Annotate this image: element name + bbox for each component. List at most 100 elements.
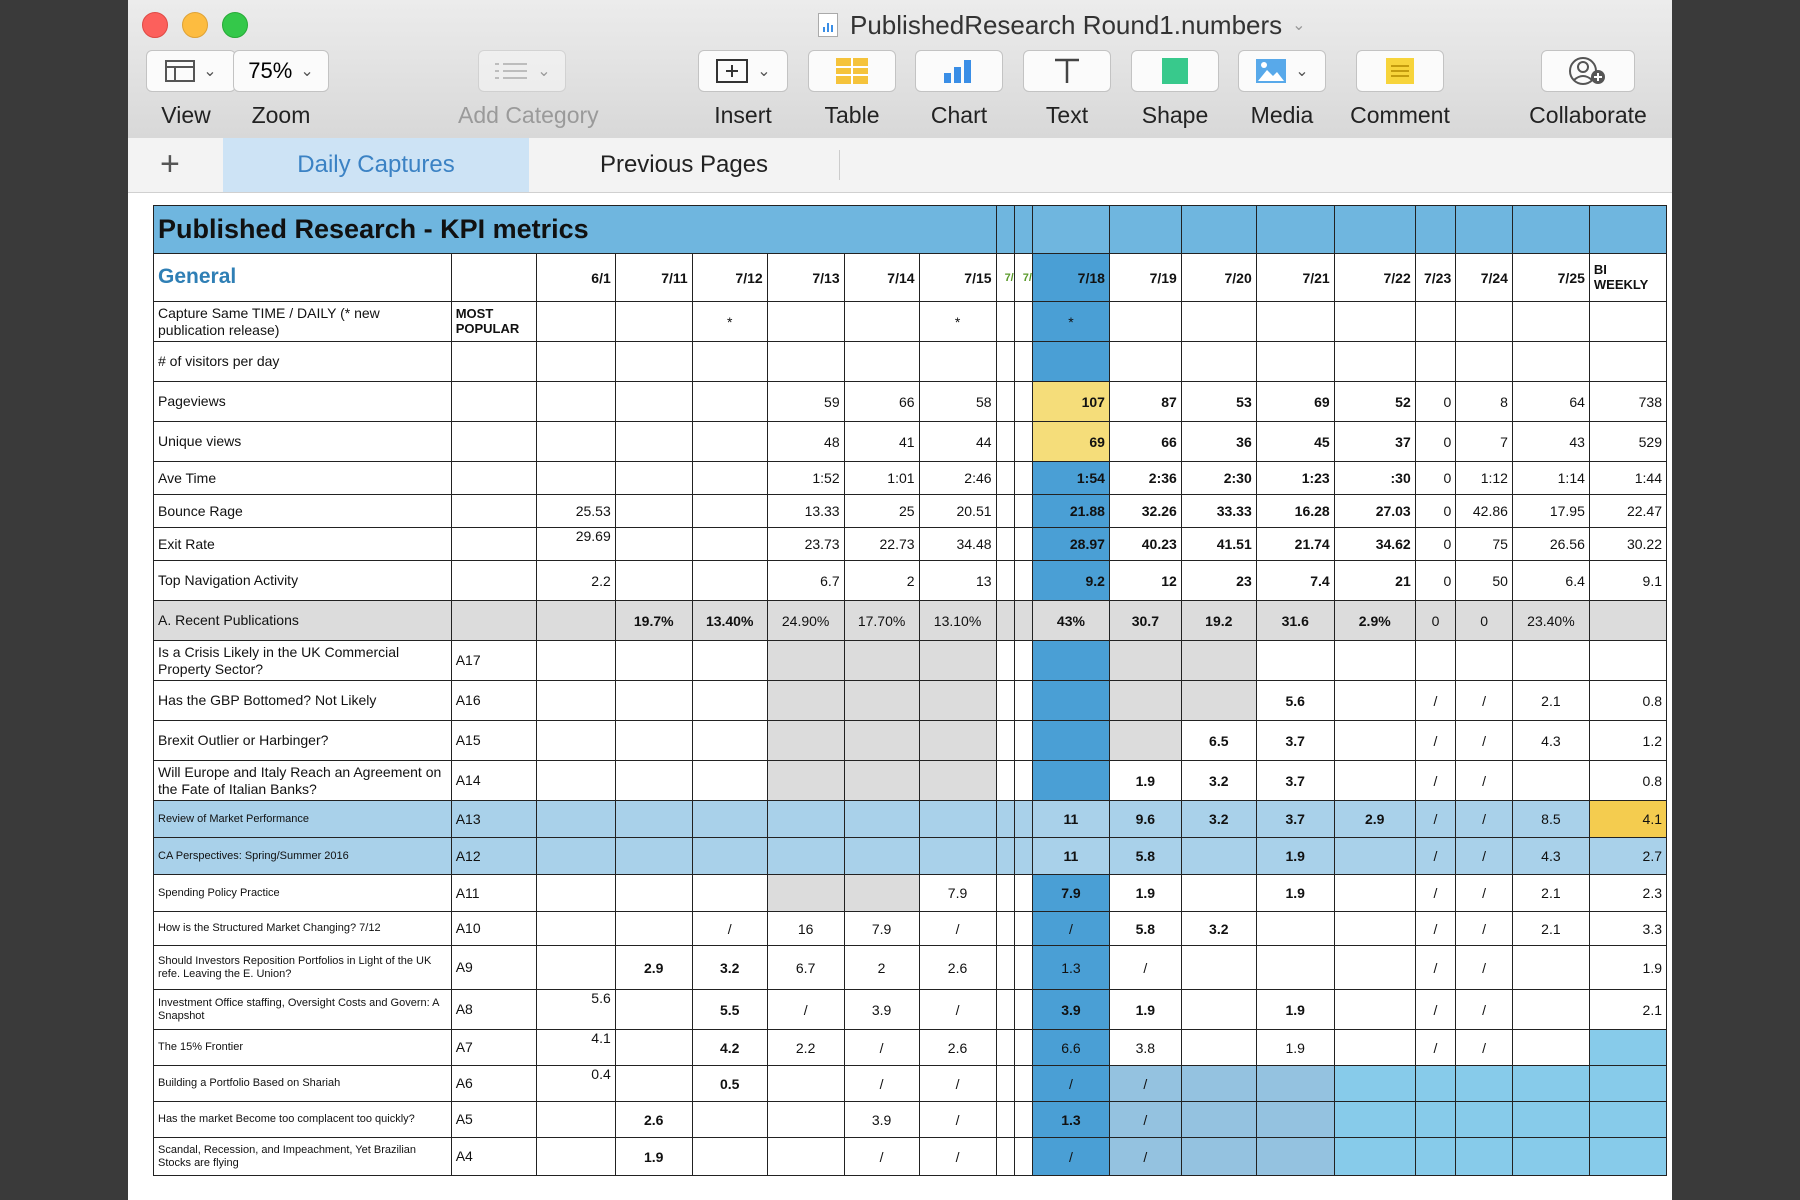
row-label[interactable]: Bounce Rage: [153, 494, 452, 528]
data-cell[interactable]: 3.7: [1255, 800, 1335, 838]
row-code[interactable]: A17: [450, 640, 537, 681]
data-cell[interactable]: 58: [918, 381, 997, 422]
data-cell[interactable]: 1.9: [1108, 760, 1182, 801]
data-cell[interactable]: 6.7: [766, 945, 845, 990]
biweekly-cell[interactable]: 1:44: [1588, 461, 1668, 495]
data-cell[interactable]: 1.9: [1255, 1029, 1335, 1066]
data-cell[interactable]: [691, 874, 768, 912]
add-sheet-button[interactable]: +: [160, 144, 180, 184]
data-cell[interactable]: 1:23: [1255, 461, 1335, 495]
data-cell[interactable]: [614, 720, 693, 761]
biweekly-cell[interactable]: 4.1: [1588, 800, 1668, 838]
data-cell[interactable]: 0: [1414, 381, 1457, 422]
data-cell[interactable]: 5.6: [535, 989, 616, 1030]
zoom-button[interactable]: 75% ⌄ Zoom: [233, 50, 329, 129]
header-cell[interactable]: [1013, 205, 1033, 254]
data-cell[interactable]: 23.40%: [1511, 600, 1590, 641]
data-cell[interactable]: [1013, 1137, 1033, 1176]
data-cell[interactable]: [614, 837, 693, 875]
data-cell[interactable]: [1333, 301, 1416, 342]
data-cell[interactable]: [995, 494, 1015, 528]
row-code[interactable]: A16: [450, 680, 537, 721]
minimize-window-button[interactable]: [182, 12, 208, 38]
data-cell[interactable]: [1414, 640, 1457, 681]
data-cell[interactable]: [614, 989, 693, 1030]
date-header[interactable]: 7/24: [1455, 253, 1513, 302]
data-cell[interactable]: 41: [843, 421, 920, 462]
data-cell[interactable]: [1255, 1137, 1335, 1176]
data-cell[interactable]: /: [843, 1065, 920, 1102]
data-cell[interactable]: 0: [1455, 600, 1513, 641]
data-cell[interactable]: 6.6: [1031, 1029, 1110, 1066]
data-cell[interactable]: [1414, 1137, 1457, 1176]
data-cell[interactable]: [843, 720, 920, 761]
data-cell[interactable]: 7: [1455, 421, 1513, 462]
data-cell[interactable]: [1013, 494, 1033, 528]
data-cell[interactable]: 13: [918, 560, 997, 601]
data-cell[interactable]: [1108, 680, 1182, 721]
row-label[interactable]: Has the GBP Bottomed? Not Likely: [153, 680, 452, 721]
data-cell[interactable]: [535, 760, 616, 801]
data-cell[interactable]: /: [1108, 1065, 1182, 1102]
data-cell[interactable]: [1180, 874, 1257, 912]
data-cell[interactable]: [535, 837, 616, 875]
header-cell[interactable]: [1333, 205, 1416, 254]
data-cell[interactable]: [1333, 911, 1416, 946]
data-cell[interactable]: 2:46: [918, 461, 997, 495]
header-cell[interactable]: [1588, 205, 1668, 254]
data-cell[interactable]: 3.7: [1255, 760, 1335, 801]
data-cell[interactable]: 6.5: [1180, 720, 1257, 761]
data-cell[interactable]: 41.51: [1180, 527, 1257, 561]
data-cell[interactable]: 22.73: [843, 527, 920, 561]
data-cell[interactable]: [1414, 1065, 1457, 1102]
data-cell[interactable]: 69: [1031, 421, 1110, 462]
data-cell[interactable]: [1013, 989, 1033, 1030]
data-cell[interactable]: [1455, 640, 1513, 681]
data-cell[interactable]: 2.1: [1511, 911, 1590, 946]
data-cell[interactable]: [1333, 989, 1416, 1030]
data-cell[interactable]: [918, 341, 997, 382]
data-cell[interactable]: 40.23: [1108, 527, 1182, 561]
data-cell[interactable]: /: [1455, 874, 1513, 912]
data-cell[interactable]: 16: [766, 911, 845, 946]
data-cell[interactable]: 19.2: [1180, 600, 1257, 641]
data-cell[interactable]: [1511, 341, 1590, 382]
row-label[interactable]: Top Navigation Activity: [153, 560, 452, 601]
data-cell[interactable]: 20.51: [918, 494, 997, 528]
data-cell[interactable]: 59: [766, 381, 845, 422]
data-cell[interactable]: 69: [1255, 381, 1335, 422]
insert-control[interactable]: ⌄: [698, 50, 788, 92]
data-cell[interactable]: [918, 720, 997, 761]
tab-daily-captures[interactable]: Daily Captures: [223, 138, 529, 192]
data-cell[interactable]: 17.70%: [843, 600, 920, 641]
table-button[interactable]: Table: [808, 50, 896, 129]
data-cell[interactable]: [1455, 1101, 1513, 1138]
data-cell[interactable]: 1.9: [614, 1137, 693, 1176]
header-cell[interactable]: [1414, 205, 1457, 254]
data-cell[interactable]: /: [1414, 989, 1457, 1030]
data-cell[interactable]: [1180, 1065, 1257, 1102]
data-cell[interactable]: [1013, 1029, 1033, 1066]
row-code[interactable]: [450, 560, 537, 601]
data-cell[interactable]: 4.2: [691, 1029, 768, 1066]
data-cell[interactable]: 7.9: [918, 874, 997, 912]
biweekly-cell[interactable]: 529: [1588, 421, 1668, 462]
data-cell[interactable]: 31.6: [1255, 600, 1335, 641]
data-cell[interactable]: :30: [1333, 461, 1416, 495]
date-header[interactable]: 7/23: [1414, 253, 1457, 302]
data-cell[interactable]: [843, 760, 920, 801]
data-cell[interactable]: 1.9: [1255, 874, 1335, 912]
data-cell[interactable]: 24.90%: [766, 600, 845, 641]
data-cell[interactable]: [1180, 341, 1257, 382]
data-cell[interactable]: [995, 1137, 1015, 1176]
text-control[interactable]: [1023, 50, 1111, 92]
data-cell[interactable]: [995, 341, 1015, 382]
data-cell[interactable]: [843, 800, 920, 838]
data-cell[interactable]: [1333, 837, 1416, 875]
sheet-title[interactable]: Published Research - KPI metrics: [153, 205, 997, 254]
data-cell[interactable]: [995, 945, 1015, 990]
data-cell[interactable]: [1255, 301, 1335, 342]
date-header[interactable]: 7/13: [766, 253, 845, 302]
data-cell[interactable]: 2.6: [918, 945, 997, 990]
data-cell[interactable]: [843, 301, 920, 342]
